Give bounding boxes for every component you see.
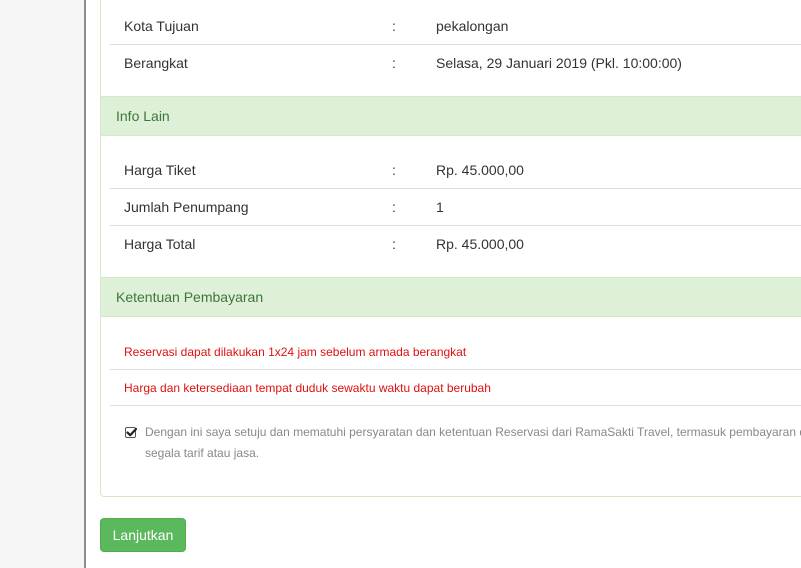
lanjutkan-button[interactable]: Lanjutkan	[100, 518, 186, 552]
row-label: Berangkat	[124, 55, 188, 71]
main-content: Kota Tujuan : pekalongan Berangkat : Sel…	[86, 0, 801, 568]
row-value: Rp. 45.000,00	[436, 236, 524, 252]
row-label: Kota Tujuan	[124, 17, 199, 34]
row-colon: :	[392, 161, 396, 178]
detail-row-berangkat: Berangkat : Selasa, 29 Januari 2019 (Pkl…	[110, 44, 801, 81]
row-value: Selasa, 29 Januari 2019 (Pkl. 10:00:00)	[436, 55, 682, 71]
button-label: Lanjutkan	[112, 527, 174, 543]
row-label: Harga Tiket	[124, 161, 196, 178]
payment-notice: Reservasi dapat dilakukan 1x24 jam sebel…	[110, 333, 801, 370]
payment-notice: Harga dan ketersediaan tempat duduk sewa…	[110, 369, 801, 406]
detail-row-jumlah-penumpang: Jumlah Penumpang : 1	[110, 188, 801, 225]
left-gutter	[0, 0, 84, 568]
detail-row-harga-tiket: Harga Tiket : Rp. 45.000,00	[110, 151, 801, 188]
notice-text: Reservasi dapat dilakukan 1x24 jam sebel…	[124, 344, 467, 359]
row-colon: :	[392, 199, 396, 215]
row-colon: :	[392, 236, 396, 252]
row-colon: :	[392, 17, 396, 34]
detail-row-kota-tujuan: Kota Tujuan : pekalongan	[110, 7, 801, 44]
agreement-row: Dengan ini saya setuju dan mematuhi pers…	[110, 405, 801, 465]
detail-row-harga-total: Harga Total : Rp. 45.000,00	[110, 225, 801, 262]
row-value: pekalongan	[436, 17, 509, 34]
section-header-info-lain: Info Lain	[101, 96, 801, 136]
row-label: Harga Total	[124, 236, 196, 252]
section-title: Info Lain	[116, 108, 170, 124]
row-value: 1	[436, 199, 444, 215]
row-label: Jumlah Penumpang	[124, 199, 249, 215]
reservation-panel: Kota Tujuan : pekalongan Berangkat : Sel…	[100, 0, 801, 497]
agreement-text: Dengan ini saya setuju dan mematuhi pers…	[145, 425, 801, 460]
agreement-checkbox[interactable]	[125, 427, 138, 438]
section-title: Ketentuan Pembayaran	[116, 289, 264, 305]
row-colon: :	[392, 55, 396, 71]
section-header-ketentuan-pembayaran: Ketentuan Pembayaran	[101, 277, 801, 317]
notice-text: Harga dan ketersediaan tempat duduk sewa…	[124, 381, 491, 395]
checkmark-icon	[126, 427, 138, 437]
row-value: Rp. 45.000,00	[436, 161, 524, 178]
